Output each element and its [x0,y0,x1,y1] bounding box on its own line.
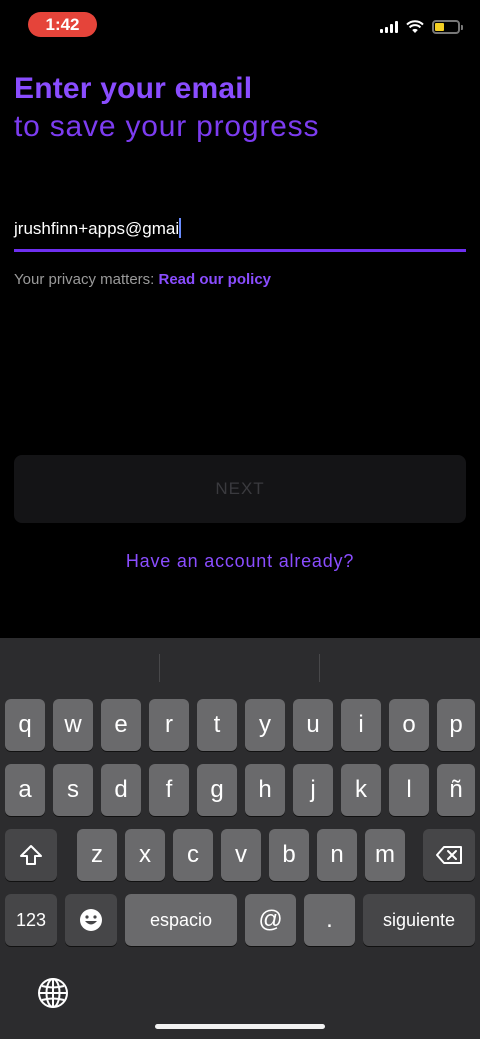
battery-icon [432,20,463,34]
email-field[interactable]: jrushfinn+apps@gmai [14,214,466,252]
key-h[interactable]: h [245,764,285,816]
globe-key[interactable] [36,976,70,1010]
title-line-2: to save your progress [14,110,320,143]
prediction-divider [319,654,320,682]
status-icons [380,18,463,36]
delete-icon [436,846,462,864]
return-key[interactable]: siguiente [363,894,475,946]
key-u[interactable]: u [293,699,333,751]
prediction-divider [159,654,160,682]
key-enye[interactable]: ñ [437,764,475,816]
emoji-icon [80,909,102,931]
home-indicator[interactable] [155,1024,325,1029]
key-t[interactable]: t [197,699,237,751]
key-k[interactable]: k [341,764,381,816]
key-o[interactable]: o [389,699,429,751]
at-key[interactable]: @ [245,894,296,946]
key-q[interactable]: q [5,699,45,751]
next-button[interactable]: NEXT [14,455,466,523]
key-y[interactable]: y [245,699,285,751]
numbers-key[interactable]: 123 [5,894,57,946]
status-time: 1:42 [28,12,97,37]
email-value-wrap: jrushfinn+apps@gmai [14,218,182,239]
key-v[interactable]: v [221,829,261,881]
privacy-text: Your privacy matters: [14,271,159,288]
dot-key[interactable]: . [304,894,355,946]
key-j[interactable]: j [293,764,333,816]
space-key[interactable]: espacio [125,894,237,946]
key-l[interactable]: l [389,764,429,816]
key-z[interactable]: z [77,829,117,881]
key-w[interactable]: w [53,699,93,751]
text-caret [179,218,182,238]
key-g[interactable]: g [197,764,237,816]
have-account-link[interactable]: Have an account already? [0,551,480,572]
key-d[interactable]: d [101,764,141,816]
key-n[interactable]: n [317,829,357,881]
globe-icon [38,978,68,1008]
privacy-policy-link[interactable]: Read our policy [159,271,272,288]
key-a[interactable]: a [5,764,45,816]
shift-key[interactable] [5,829,57,881]
signal-icon [380,21,398,33]
key-b[interactable]: b [269,829,309,881]
key-f[interactable]: f [149,764,189,816]
email-value: jrushfinn+apps@gmai [14,219,180,238]
delete-key[interactable] [423,829,475,881]
key-s[interactable]: s [53,764,93,816]
key-e[interactable]: e [101,699,141,751]
key-x[interactable]: x [125,829,165,881]
privacy-note: Your privacy matters: Read our policy [14,271,271,288]
emoji-key[interactable] [65,894,117,946]
keyboard: q w e r t y u i o p a s d f g h j k l ñ … [0,638,480,1039]
key-c[interactable]: c [173,829,213,881]
title-line-1: Enter your email [14,72,253,105]
key-i[interactable]: i [341,699,381,751]
key-p[interactable]: p [437,699,475,751]
key-m[interactable]: m [365,829,405,881]
key-r[interactable]: r [149,699,189,751]
wifi-icon [406,20,424,33]
shift-icon [20,845,42,865]
